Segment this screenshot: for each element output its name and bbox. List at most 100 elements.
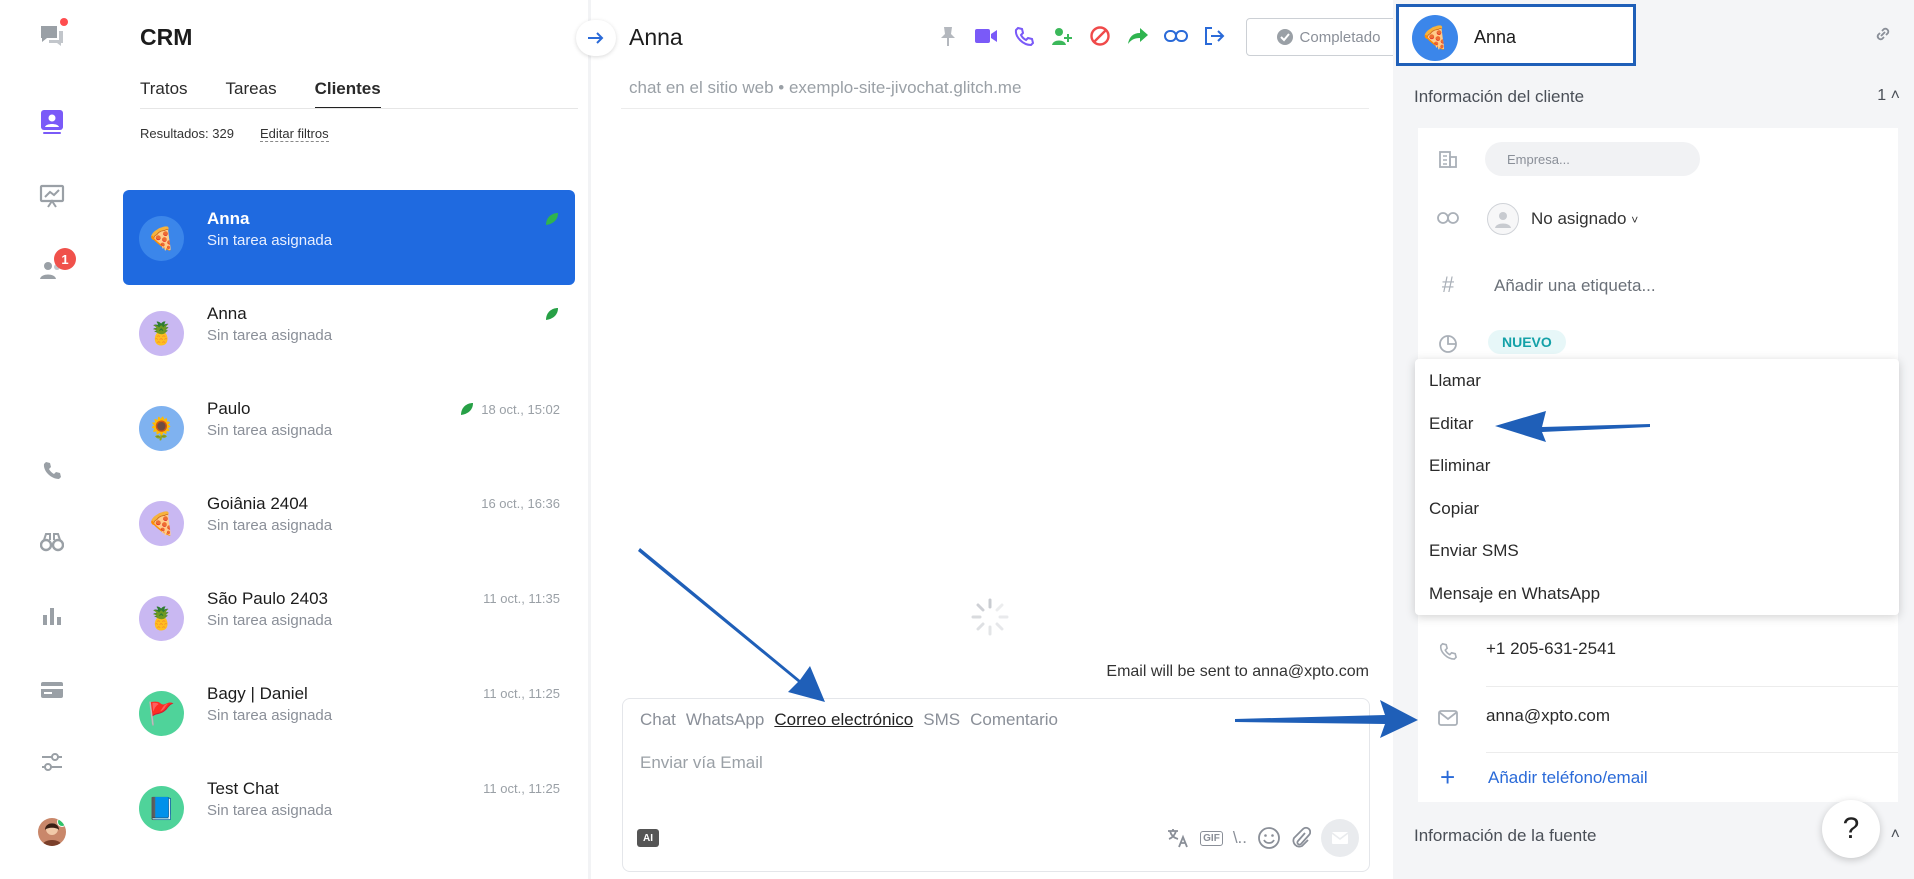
source-info-title[interactable]: Información de la fuente xyxy=(1414,826,1596,846)
item-meta xyxy=(544,211,560,227)
row-divider xyxy=(1486,752,1898,753)
plus-icon[interactable]: + xyxy=(1440,762,1455,793)
presentation-chart-icon[interactable] xyxy=(36,180,68,212)
phone-call-icon[interactable] xyxy=(1010,22,1038,50)
binoculars-icon[interactable] xyxy=(36,526,68,558)
list-item[interactable]: 🍍 São Paulo 2403 Sin tarea asignada 11 o… xyxy=(123,570,575,665)
item-meta: 18 oct., 15:02 xyxy=(459,401,560,417)
compose-tools: GIF \.. xyxy=(1166,819,1359,857)
menu-item-delete[interactable]: Eliminar xyxy=(1429,456,1490,476)
client-info-count[interactable]: 1 ˄ xyxy=(1877,87,1900,105)
menu-item-whatsapp[interactable]: Mensaje en WhatsApp xyxy=(1429,584,1600,604)
compose-box: Chat WhatsApp Correo electrónico SMS Com… xyxy=(622,698,1370,872)
team-badge: 1 xyxy=(54,248,76,270)
bar-chart-icon[interactable] xyxy=(36,600,68,632)
crm-title: CRM xyxy=(140,24,193,50)
pineapple-avatar-icon: 🍍 xyxy=(139,596,184,641)
translate-icon[interactable] xyxy=(1166,827,1190,849)
ai-assist-button[interactable]: AI xyxy=(637,829,659,847)
email-recipient-note: Email will be sent to anna@xpto.com xyxy=(1106,663,1369,680)
forward-icon[interactable] xyxy=(1124,22,1152,50)
tab-tasks[interactable]: Tareas xyxy=(226,79,277,109)
complete-button[interactable]: Completado xyxy=(1246,18,1410,56)
card-icon[interactable] xyxy=(36,674,68,706)
chevron-up-icon[interactable]: ˄ xyxy=(1891,826,1900,844)
contact-card-icon[interactable] xyxy=(36,106,68,138)
client-info-title[interactable]: Información del cliente xyxy=(1414,87,1584,107)
team-icon[interactable]: 1 xyxy=(36,248,76,286)
block-icon[interactable] xyxy=(1086,22,1114,50)
results-count: Resultados: 329 xyxy=(140,126,234,141)
tab-clients[interactable]: Clientes xyxy=(314,79,381,109)
client-email[interactable]: anna@xpto.com xyxy=(1486,706,1610,726)
client-phone[interactable]: +1 205-631-2541 xyxy=(1486,639,1616,659)
row-divider xyxy=(1486,686,1898,687)
client-info-count-value: 1 xyxy=(1877,87,1887,104)
tab-sms[interactable]: SMS xyxy=(923,710,960,730)
add-tag-input[interactable]: Añadir una etiqueta... xyxy=(1494,276,1656,296)
add-contact-link[interactable]: Añadir teléfono/email xyxy=(1488,768,1648,788)
client-name: Paulo xyxy=(207,399,251,418)
tabs-divider xyxy=(140,108,578,109)
phone-icon[interactable] xyxy=(36,454,68,486)
client-name: Goiânia 2404 xyxy=(207,494,309,513)
chat-panel: Anna Completado chat en el sitio web • e… xyxy=(591,0,1410,879)
leave-chat-icon[interactable] xyxy=(1200,22,1228,50)
flag-avatar-icon: 🚩 xyxy=(139,691,184,736)
status-badge[interactable]: NUEVO xyxy=(1488,330,1566,354)
chevron-down-icon: ˅ xyxy=(1631,213,1639,227)
link-chain-icon xyxy=(1436,206,1460,230)
tab-email[interactable]: Correo electrónico xyxy=(774,710,913,730)
tab-comment[interactable]: Comentario xyxy=(970,710,1058,730)
message-input[interactable]: Enviar vía Email xyxy=(640,753,763,773)
attachment-icon[interactable] xyxy=(1291,826,1311,850)
quick-replies-icon[interactable]: \.. xyxy=(1233,828,1247,848)
crm-tabs: Tratos Tareas Clientes xyxy=(140,79,381,109)
gif-icon[interactable]: GIF xyxy=(1200,830,1223,846)
sliders-icon[interactable] xyxy=(36,746,68,778)
crm-panel: CRM Tratos Tareas Clientes Resultados: 3… xyxy=(106,0,578,879)
chat-header-divider xyxy=(621,108,1369,109)
tab-whatsapp[interactable]: WhatsApp xyxy=(686,710,764,730)
emoji-icon[interactable] xyxy=(1257,826,1281,850)
link-icon[interactable] xyxy=(1874,25,1892,43)
list-item[interactable]: 🍍 Anna Sin tarea asignada xyxy=(123,285,575,380)
video-call-icon[interactable] xyxy=(972,22,1000,50)
menu-item-copy[interactable]: Copiar xyxy=(1429,499,1479,519)
client-name: São Paulo 2403 xyxy=(207,589,328,608)
user-avatar[interactable] xyxy=(38,818,66,846)
list-item[interactable]: 🍕 Goiânia 2404 Sin tarea asignada 16 oct… xyxy=(123,475,575,570)
edit-filters-link[interactable]: Editar filtros xyxy=(259,126,329,142)
link-icon[interactable] xyxy=(1162,22,1190,50)
help-button[interactable]: ? xyxy=(1822,800,1880,858)
tab-chat[interactable]: Chat xyxy=(640,710,676,730)
menu-item-edit[interactable]: Editar xyxy=(1429,414,1473,434)
complete-label: Completado xyxy=(1299,28,1381,46)
send-email-button[interactable] xyxy=(1321,819,1359,857)
company-input[interactable]: Empresa... xyxy=(1485,142,1700,176)
client-name: Bagy | Daniel xyxy=(207,684,308,703)
client-task-status: Sin tarea asignada xyxy=(207,802,333,819)
pin-icon[interactable] xyxy=(934,22,962,50)
chat-contact-name: Anna xyxy=(629,24,683,50)
sunflower-avatar-icon: 🌻 xyxy=(139,406,184,451)
list-item[interactable]: 🍕 Anna Sin tarea asignada xyxy=(123,190,575,285)
client-task-status: Sin tarea asignada xyxy=(207,707,333,724)
list-item[interactable]: 📘 Test Chat Sin tarea asignada 11 oct., … xyxy=(123,760,575,855)
list-item[interactable]: 🚩 Bagy | Daniel Sin tarea asignada 11 oc… xyxy=(123,665,575,760)
chat-bubbles-icon[interactable] xyxy=(36,18,68,52)
client-name: Anna xyxy=(207,304,247,323)
tab-deals[interactable]: Tratos xyxy=(140,79,188,109)
menu-item-send-sms[interactable]: Enviar SMS xyxy=(1429,541,1519,561)
menu-item-call[interactable]: Llamar xyxy=(1429,371,1481,391)
channel-leaf-icon xyxy=(544,211,560,227)
add-user-icon[interactable] xyxy=(1048,22,1076,50)
loading-spinner-icon xyxy=(970,597,1010,637)
assignee-select[interactable]: No asignado ˅ xyxy=(1531,209,1638,229)
contact-name: Anna xyxy=(1474,27,1517,47)
pizza-avatar-icon: 🍕 xyxy=(1412,15,1458,61)
pineapple-avatar-icon: 🍍 xyxy=(139,311,184,356)
book-avatar-icon: 📘 xyxy=(139,786,184,831)
online-status-dot xyxy=(57,818,66,827)
list-item[interactable]: 🌻 Paulo Sin tarea asignada 18 oct., 15:0… xyxy=(123,380,575,475)
